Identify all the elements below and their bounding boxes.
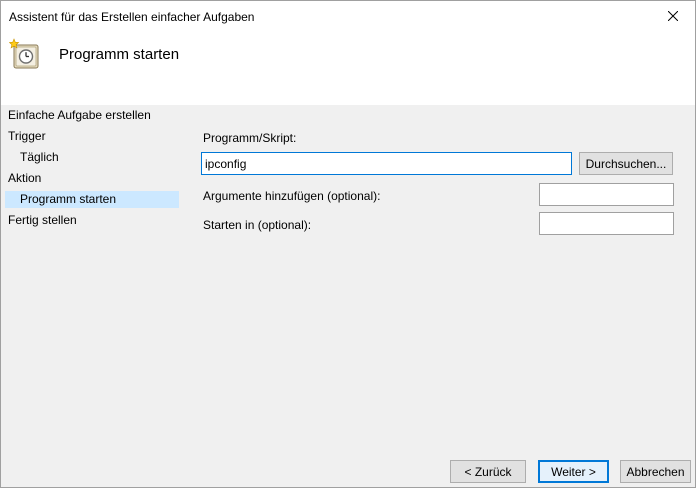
step-taeglich[interactable]: Täglich (20, 149, 59, 166)
step-einfache-aufgabe-erstellen[interactable]: Einfache Aufgabe erstellen (8, 107, 151, 124)
wizard-header: Programm starten (1, 31, 695, 105)
step-fertig-stellen[interactable]: Fertig stellen (8, 212, 77, 229)
close-icon (668, 11, 678, 21)
wizard-steps: Einfache Aufgabe erstellen Trigger Tägli… (1, 105, 181, 455)
window-title: Assistent für das Erstellen einfacher Au… (9, 10, 255, 24)
program-script-label: Programm/Skript: (203, 131, 297, 145)
cancel-button[interactable]: Abbrechen (620, 460, 691, 483)
wizard-window: Assistent für das Erstellen einfacher Au… (0, 0, 696, 488)
next-button[interactable]: Weiter > (538, 460, 609, 483)
step-aktion[interactable]: Aktion (8, 170, 41, 187)
close-button[interactable] (651, 1, 695, 31)
start-in-input[interactable] (539, 212, 674, 235)
page-title: Programm starten (59, 46, 180, 63)
step-trigger[interactable]: Trigger (8, 128, 46, 145)
back-button[interactable]: < Zurück (450, 460, 526, 483)
browse-button[interactable]: Durchsuchen... (579, 152, 673, 175)
start-in-label: Starten in (optional): (203, 218, 312, 232)
step-programm-starten[interactable]: Programm starten (5, 191, 179, 208)
arguments-label: Argumente hinzufügen (optional): (203, 189, 381, 203)
title-bar: Assistent für das Erstellen einfacher Au… (1, 1, 695, 31)
program-script-input[interactable] (201, 152, 572, 175)
arguments-input[interactable] (539, 183, 674, 206)
task-clock-icon (9, 38, 39, 69)
